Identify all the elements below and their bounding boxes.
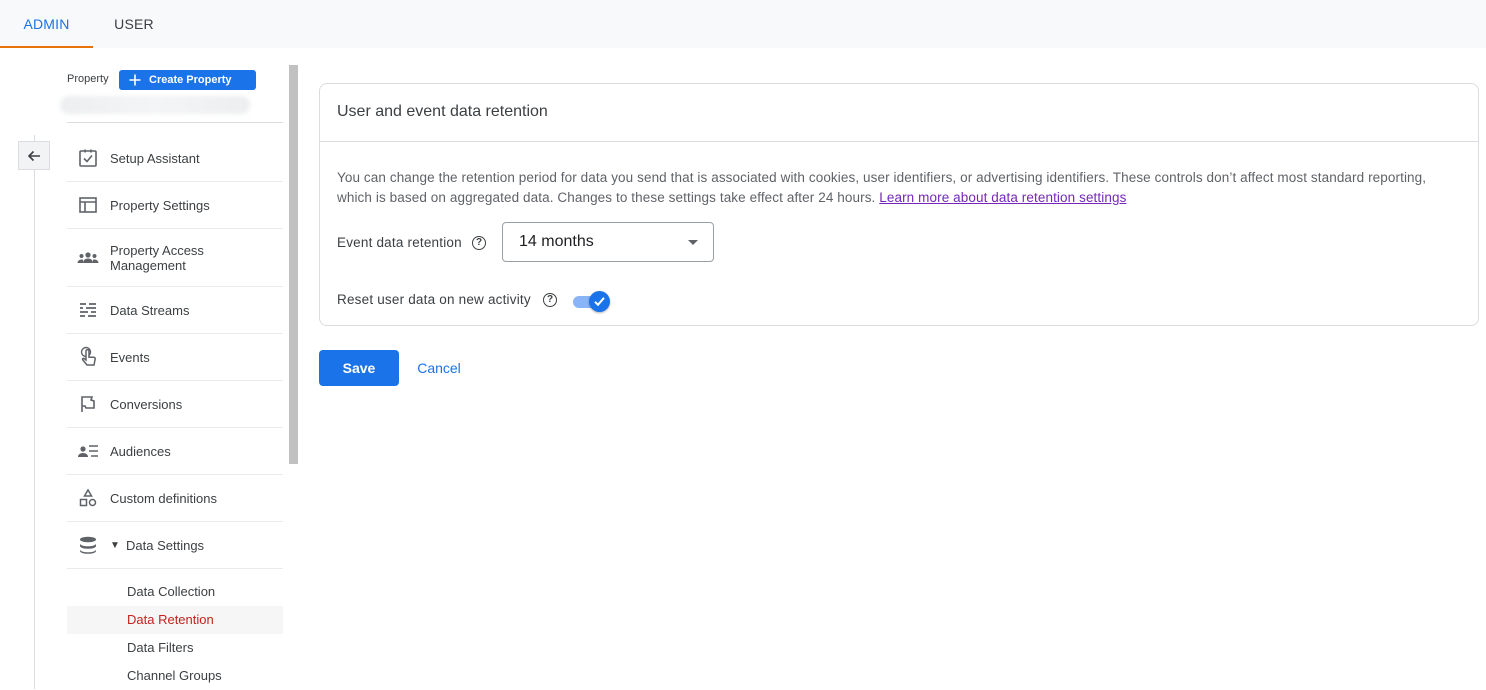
check-icon <box>594 297 605 307</box>
help-icon[interactable]: ? <box>543 293 557 307</box>
card-divider <box>320 141 1478 142</box>
nav-label: Property Settings <box>110 197 210 213</box>
reset-user-data-toggle[interactable] <box>573 291 611 313</box>
back-button[interactable] <box>18 141 50 170</box>
touch-icon <box>76 345 100 369</box>
nav-label: Data Settings <box>126 537 205 553</box>
top-tab-bar: ADMIN USER <box>0 0 1486 48</box>
caret-down-icon: ▼ <box>110 539 120 551</box>
save-button[interactable]: Save <box>319 350 399 386</box>
nav-label: Audiences <box>110 443 171 459</box>
checklist-icon <box>76 146 100 170</box>
nav-label: Conversions <box>110 396 183 412</box>
arrow-left-icon <box>27 150 40 161</box>
nav-label: Events <box>110 349 150 365</box>
people-icon <box>76 246 100 270</box>
layout-icon <box>76 193 100 217</box>
shapes-icon <box>76 486 100 510</box>
event-retention-value: 14 months <box>519 233 594 250</box>
nav-item-data-settings[interactable]: ▼ Data Settings <box>67 522 283 569</box>
nav-item-setup-assistant[interactable]: Setup Assistant <box>67 135 283 182</box>
nav-scrollbar[interactable] <box>289 65 298 464</box>
nav-item-property-access-management[interactable]: Property Access Management <box>67 229 283 287</box>
sub-list-spacer <box>67 569 283 578</box>
nav-item-custom-definitions[interactable]: Custom definitions <box>67 475 283 522</box>
event-retention-select[interactable]: 14 months <box>502 222 714 262</box>
nav-item-data-streams[interactable]: Data Streams <box>67 287 283 334</box>
dropdown-arrow-icon <box>688 240 698 245</box>
rail-divider <box>34 135 35 689</box>
toggle-knob <box>589 291 610 312</box>
property-label: Property <box>67 73 109 85</box>
nav-label: Data Streams <box>110 302 190 318</box>
nav-label: Setup Assistant <box>110 150 200 166</box>
nav-item-events[interactable]: Events <box>67 334 283 381</box>
nav-item-conversions[interactable]: Conversions <box>67 381 283 428</box>
streams-icon <box>76 298 100 322</box>
reset-user-data-label: Reset user data on new activity <box>337 292 531 307</box>
audience-icon <box>76 439 100 463</box>
retention-description: You can change the retention period for … <box>337 168 1447 208</box>
sub-item-channel-groups[interactable]: Channel Groups <box>67 662 283 690</box>
flag-icon <box>76 392 100 416</box>
tab-user[interactable]: USER <box>100 0 168 48</box>
sub-item-data-collection[interactable]: Data Collection <box>67 578 283 606</box>
data-retention-card: User and event data retention You can ch… <box>319 83 1479 326</box>
sub-item-data-filters[interactable]: Data Filters <box>67 634 283 662</box>
cancel-button[interactable]: Cancel <box>406 350 472 386</box>
nav-label: Property Access Management <box>110 242 204 273</box>
sub-item-data-retention[interactable]: Data Retention <box>67 606 283 634</box>
property-divider <box>67 122 283 123</box>
nav-item-audiences[interactable]: Audiences <box>67 428 283 475</box>
tab-admin[interactable]: ADMIN <box>0 0 93 48</box>
help-icon[interactable]: ? <box>472 236 486 250</box>
card-title: User and event data retention <box>337 103 548 120</box>
event-retention-label: Event data retention <box>337 235 462 250</box>
database-icon <box>76 533 100 557</box>
property-name-redacted <box>60 96 250 114</box>
nav-label: Custom definitions <box>110 490 217 506</box>
create-property-button[interactable]: Create Property <box>119 70 256 90</box>
admin-nav: Setup Assistant Property Settings Proper… <box>67 135 283 690</box>
create-property-label: Create Property <box>149 74 232 86</box>
plus-icon <box>129 74 141 86</box>
nav-item-property-settings[interactable]: Property Settings <box>67 182 283 229</box>
learn-more-link[interactable]: Learn more about data retention settings <box>879 190 1126 205</box>
